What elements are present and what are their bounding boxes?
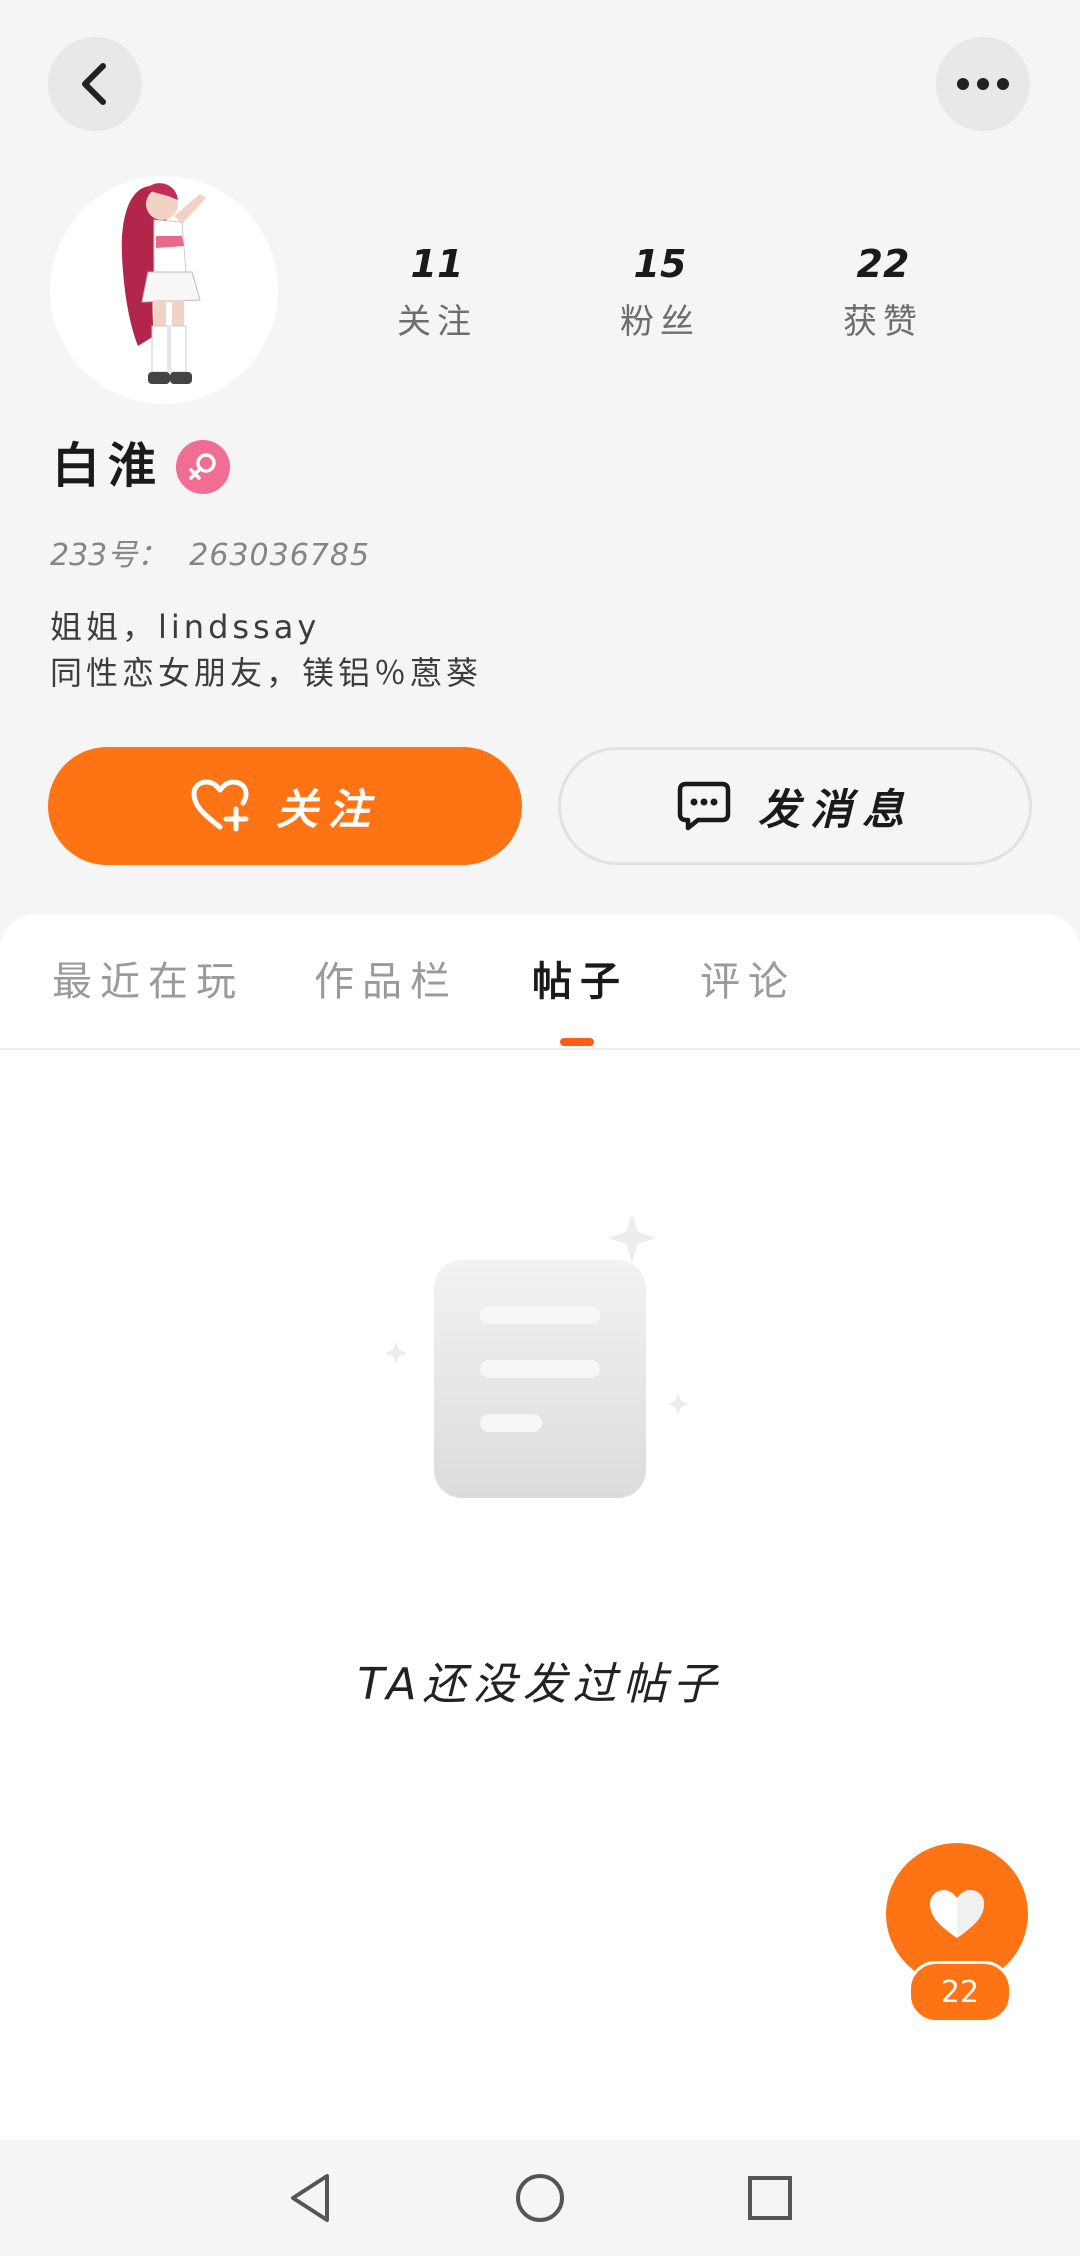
chevron-left-icon <box>82 63 106 105</box>
bio-line-1: 姐姐，lindssay <box>50 608 321 646</box>
avatar[interactable] <box>50 176 278 404</box>
tab-recently-played[interactable]: 最近在玩 <box>52 954 244 1010</box>
stat-likes-count: 22 <box>856 242 910 286</box>
nav-home-button[interactable] <box>510 2168 570 2228</box>
tab-active-indicator <box>560 1038 594 1046</box>
female-icon <box>189 453 216 480</box>
empty-state-text: TA还没发过帖子 <box>357 1659 723 1710</box>
bio-line-2: 同性恋女朋友，镁铝％蒽葵 <box>50 654 483 692</box>
follow-button-label: 关注 <box>275 784 380 834</box>
profile-tabs: 最近在玩 作品栏 帖子 评论 <box>0 914 1080 1050</box>
tab-comments[interactable]: 评论 <box>700 954 796 1010</box>
back-button[interactable] <box>48 37 142 131</box>
tab-works[interactable]: 作品栏 <box>314 954 458 1010</box>
nav-recents-square-icon <box>748 2176 792 2220</box>
chat-bubble-icon <box>677 781 731 831</box>
user-id-value: 263036785 <box>189 538 371 573</box>
nav-back-triangle-icon <box>291 2174 329 2222</box>
more-options-button[interactable] <box>936 37 1030 131</box>
stat-following-label: 关注 <box>397 302 477 342</box>
empty-document-icon <box>385 1214 688 1498</box>
message-button-label: 发消息 <box>757 784 914 834</box>
anime-girl-avatar <box>50 176 278 404</box>
like-count-badge: 22 <box>908 1961 1012 2023</box>
system-navigation-bar <box>0 2140 1080 2256</box>
stat-likes[interactable]: 22 获赞 <box>783 240 983 344</box>
gender-badge <box>176 440 230 494</box>
profile-name: 白淮 <box>52 438 165 494</box>
empty-state-illustration <box>370 1204 710 1504</box>
stat-following-count: 11 <box>410 242 464 286</box>
follow-button[interactable]: 关注 <box>48 747 522 865</box>
profile-bio: 姐姐，lindssay 同性恋女朋友，镁铝％蒽葵 <box>50 604 482 696</box>
user-id: 233号： 263036785 <box>50 530 370 574</box>
heart-plus-icon <box>191 779 249 832</box>
stat-fans-count: 15 <box>633 242 687 286</box>
stat-fans[interactable]: 15 粉丝 <box>560 240 760 344</box>
nav-recents-button[interactable] <box>740 2168 800 2228</box>
heart-icon <box>930 1890 984 1938</box>
stat-fans-label: 粉丝 <box>620 302 700 342</box>
stat-likes-label: 获赞 <box>843 302 923 342</box>
stat-following[interactable]: 11 关注 <box>337 240 537 344</box>
tab-posts[interactable]: 帖子 <box>532 954 628 1010</box>
message-button[interactable]: 发消息 <box>558 747 1032 865</box>
nav-back-button[interactable] <box>280 2168 340 2228</box>
more-horizontal-icon <box>957 78 1009 90</box>
nav-home-circle-icon <box>516 2174 564 2222</box>
user-id-label: 233号： <box>50 538 168 573</box>
